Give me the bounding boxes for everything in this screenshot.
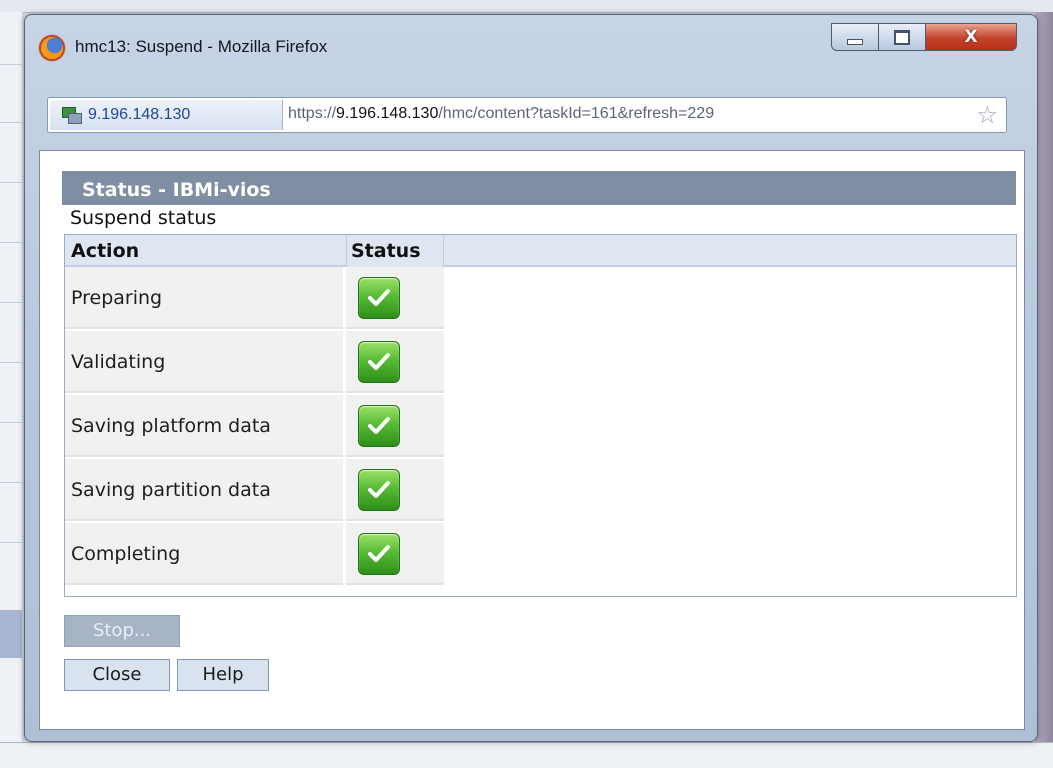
address-bar[interactable]: 9.196.148.130 https://9.196.148.130/hmc/… xyxy=(47,97,1007,133)
table-row: Saving platform data xyxy=(65,395,1016,459)
window-title: hmc13: Suspend - Mozilla Firefox xyxy=(75,37,328,56)
background-app-strip xyxy=(0,0,1053,13)
checkmark-icon xyxy=(358,469,400,511)
page-content: Status - IBMi-vios Suspend status Action… xyxy=(39,150,1025,730)
background-app-bottom xyxy=(0,742,1053,768)
firefox-logo-icon xyxy=(39,35,65,61)
column-header-action: Action xyxy=(71,240,140,262)
action-cell: Saving platform data xyxy=(65,395,343,457)
table-row: Validating xyxy=(65,331,1016,395)
suspend-status-label: Suspend status xyxy=(70,207,217,229)
action-cell: Validating xyxy=(65,331,343,393)
minimize-icon xyxy=(847,39,863,45)
checkmark-icon xyxy=(358,405,400,447)
table-row: Saving partition data xyxy=(65,459,1016,523)
close-window-button[interactable]: X xyxy=(925,23,1017,51)
status-cell xyxy=(346,395,444,457)
column-header-status: Status xyxy=(346,235,444,267)
status-cell xyxy=(346,331,444,393)
background-app-left xyxy=(0,12,22,767)
table-row: Completing xyxy=(65,523,1016,587)
status-cell xyxy=(346,523,444,585)
site-identity-label: 9.196.148.130 xyxy=(88,106,191,123)
close-icon: X xyxy=(964,27,978,47)
checkmark-icon xyxy=(358,533,400,575)
site-identity-button[interactable]: 9.196.148.130 xyxy=(50,100,283,130)
checkmark-icon xyxy=(358,277,400,319)
help-button[interactable]: Help xyxy=(177,659,269,691)
maximize-icon xyxy=(894,29,910,45)
url-prefix: https:// xyxy=(288,105,337,122)
status-cell xyxy=(346,459,444,521)
status-panel-header: Status - IBMi-vios xyxy=(62,171,1016,205)
action-cell: Completing xyxy=(65,523,343,585)
minimize-button[interactable] xyxy=(831,23,879,51)
title-bar[interactable]: hmc13: Suspend - Mozilla Firefox X xyxy=(25,15,1037,77)
site-network-icon xyxy=(62,107,82,124)
action-cell: Preparing xyxy=(65,267,343,329)
action-cell: Saving partition data xyxy=(65,459,343,521)
star-icon[interactable]: ☆ xyxy=(976,102,998,128)
checkmark-icon xyxy=(358,341,400,383)
url-host: 9.196.148.130 xyxy=(336,105,439,122)
stop-button[interactable]: Stop... xyxy=(64,615,180,647)
status-table: Action Status Preparing Validating Savin… xyxy=(64,234,1017,597)
close-button[interactable]: Close xyxy=(64,659,170,691)
status-cell xyxy=(346,267,444,329)
maximize-button[interactable] xyxy=(878,23,926,51)
url-text[interactable]: https://9.196.148.130/hmc/content?taskId… xyxy=(288,105,714,123)
table-row: Preparing xyxy=(65,267,1016,331)
url-path: /hmc/content?taskId=161&refresh=229 xyxy=(438,105,715,122)
firefox-popup-window: hmc13: Suspend - Mozilla Firefox X 9.196… xyxy=(24,14,1038,742)
